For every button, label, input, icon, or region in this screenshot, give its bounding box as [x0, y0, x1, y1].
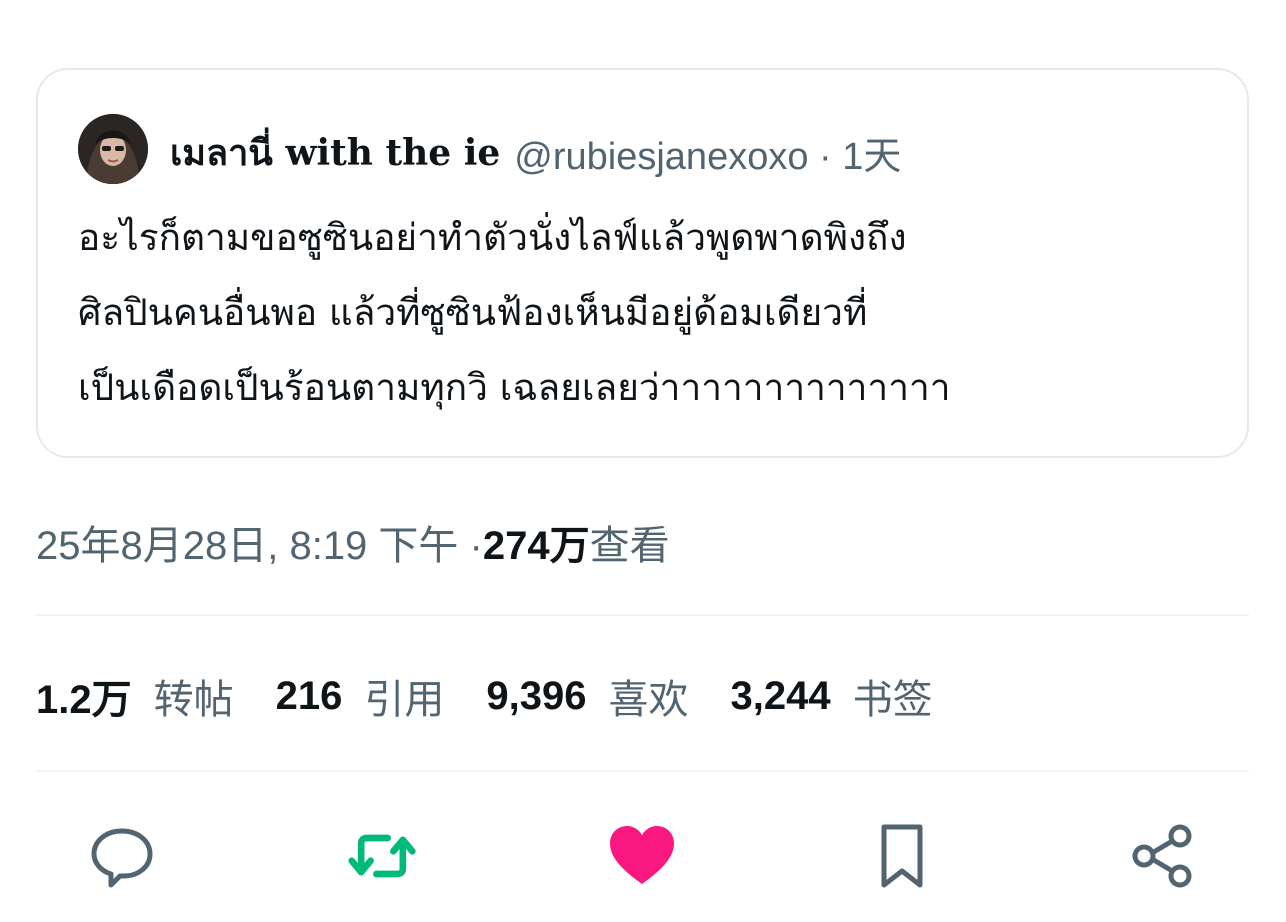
engagement-stats: 1.2万 转帖 216 引用 9,396 喜欢 3,244 书签 — [36, 664, 975, 728]
bookmark-button[interactable] — [866, 820, 938, 892]
tweet-datetime[interactable]: 25年8月28日, 8:19 下午 · — [36, 513, 483, 571]
reply-icon — [91, 828, 153, 888]
views-label: 查看 — [589, 524, 670, 568]
stat-label: 引用 — [364, 678, 445, 722]
share-button[interactable] — [1126, 820, 1198, 892]
stat-count: 216 — [275, 673, 343, 718]
stat-label: 转帖 — [153, 678, 234, 722]
author-name[interactable]: เมลานี่ with the ie — [170, 124, 500, 181]
avatar[interactable] — [78, 114, 148, 184]
quote-author-row[interactable]: เมลานี่ with the ie @rubiesjanexoxo · 1天 — [170, 122, 901, 182]
retweet-button[interactable] — [346, 820, 418, 892]
heart-icon — [610, 826, 674, 884]
author-handle[interactable]: @rubiesjanexoxo · 1天 — [514, 125, 901, 180]
stat-count: 9,396 — [486, 673, 587, 718]
stat-quotes[interactable]: 216 引用 — [276, 667, 445, 725]
quote-text: อะไรก็ตามขอซูซินอย่าทำตัวนั่งไลฟ์แล้วพูด… — [78, 200, 1218, 425]
stat-likes[interactable]: 9,396 喜欢 — [486, 667, 688, 725]
quote-text-line: เป็นเดือดเป็นร้อนตามทุกวิ เฉลยเลยว่าาาาา… — [78, 366, 951, 409]
stat-reposts[interactable]: 1.2万 转帖 — [36, 667, 234, 725]
views-count: 274万 — [482, 524, 590, 568]
stat-bookmarks[interactable]: 3,244 书签 — [730, 667, 932, 725]
stat-label: 书签 — [852, 678, 933, 722]
quote-text-line: อะไรก็ตามขอซูซินอย่าทำตัวนั่งไลฟ์แล้วพูด… — [78, 216, 907, 259]
reply-button[interactable] — [86, 820, 158, 892]
stat-count: 1.2万 — [36, 678, 132, 722]
tweet-text-cropped — [38, 0, 838, 14]
divider — [36, 614, 1249, 616]
share-icon — [1132, 824, 1192, 888]
divider — [36, 770, 1249, 772]
stat-count: 3,244 — [730, 673, 831, 718]
avatar-image — [78, 114, 148, 184]
stat-label: 喜欢 — [608, 678, 689, 722]
tweet-meta: 25年8月28日, 8:19 下午 · 274万 查看 — [36, 512, 670, 572]
retweet-icon — [348, 834, 416, 878]
bookmark-icon — [881, 824, 923, 888]
quote-text-line: ศิลปินคนอื่นพอ แล้วที่ซูซินฟ้องเห็นมีอยู… — [78, 291, 868, 334]
like-button[interactable] — [606, 820, 678, 892]
